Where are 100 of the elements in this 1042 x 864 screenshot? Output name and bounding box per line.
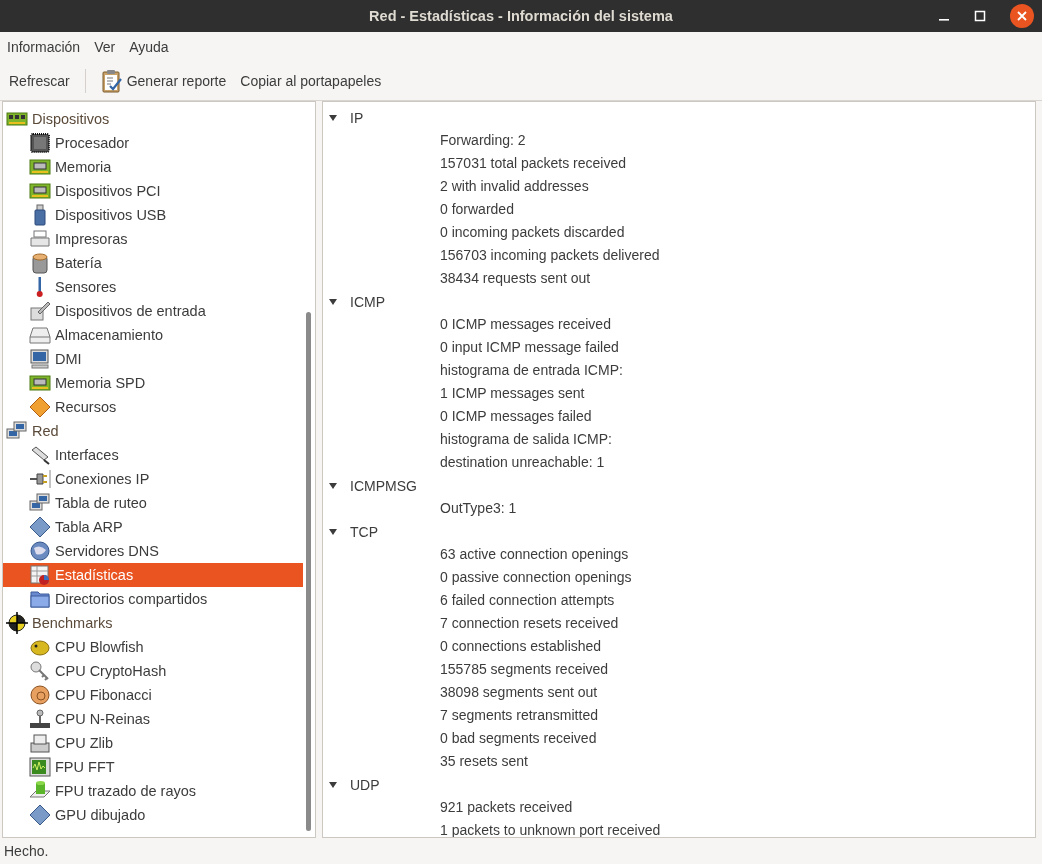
stat-line: 1 packets to unknown port received [439, 821, 662, 837]
menu-item[interactable]: Información [7, 39, 81, 55]
stat-line: histograma de entrada ICMP: [439, 361, 624, 380]
tree-item[interactable]: Almacenamiento [3, 323, 303, 347]
scope-icon [29, 756, 51, 778]
globe-icon [29, 540, 51, 562]
stat-line: 7 connection resets received [439, 614, 620, 633]
stat-line: 0 connections established [439, 637, 603, 656]
tree-item[interactable]: FPU FFT [3, 755, 303, 779]
toolbar-button[interactable]: Copiar al portapapeles [235, 69, 387, 93]
tree-item[interactable]: DMI [3, 347, 303, 371]
printer-icon [29, 228, 51, 250]
close-icon[interactable] [1010, 4, 1034, 28]
stat-line: 0 bad segments received [439, 729, 598, 748]
section-header[interactable]: IP [323, 106, 1035, 129]
tree-group[interactable]: Benchmarks [3, 611, 315, 635]
expander-icon[interactable] [328, 480, 338, 491]
stat-line: 1 ICMP messages sent [439, 384, 586, 403]
stat-line: 7 segments retransmitted [439, 706, 599, 725]
folder-icon [29, 588, 51, 610]
monitor-icon [29, 348, 51, 370]
tree-item[interactable]: CPU Zlib [3, 731, 303, 755]
network-icon [6, 420, 28, 442]
section-header[interactable]: ICMP [323, 290, 1035, 313]
stat-line: 157031 total packets received [439, 154, 627, 173]
stat-line: 155785 segments received [439, 660, 610, 679]
tree-item[interactable]: Memoria SPD [3, 371, 303, 395]
tree-item[interactable]: CPU CryptoHash [3, 659, 303, 683]
stat-line: 63 active connection openings [439, 545, 630, 564]
section-header[interactable]: TCP [323, 520, 1035, 543]
tree-group[interactable]: Red [3, 419, 315, 443]
board-icon [29, 180, 51, 202]
tree-item[interactable]: Dispositivos PCI [3, 179, 303, 203]
board-icon [29, 156, 51, 178]
tree-item[interactable]: GPU dibujado [3, 803, 303, 827]
stat-line: 35 resets sent [439, 752, 529, 771]
status-text: Hecho. [4, 843, 49, 859]
stat-line: 0 ICMP messages received [439, 315, 612, 334]
tree-group[interactable]: Dispositivos [3, 107, 315, 131]
tree-item[interactable]: Estadísticas [3, 563, 303, 587]
diamond-icon [29, 804, 51, 826]
expander-icon[interactable] [328, 526, 338, 537]
stat-line: Forwarding: 2 [439, 131, 527, 150]
stat-line: 38434 requests sent out [439, 269, 592, 288]
plug-icon [29, 468, 51, 490]
tree-item[interactable]: Dispositivos de entrada [3, 299, 303, 323]
tree-item[interactable]: FPU trazado de rayos [3, 779, 303, 803]
stat-line: OutType3: 1 [439, 499, 518, 518]
tree-item[interactable]: Recursos [3, 395, 303, 419]
stat-line: 2 with invalid addresses [439, 177, 590, 196]
input-icon [29, 300, 51, 322]
stat-line: histograma de salida ICMP: [439, 430, 613, 449]
tree-item[interactable]: Batería [3, 251, 303, 275]
toolbar-button[interactable]: Refrescar [4, 69, 75, 93]
stat-line: 38098 segments sent out [439, 683, 599, 702]
tree-item[interactable]: Conexiones IP [3, 467, 303, 491]
tree-item[interactable]: Servidores DNS [3, 539, 303, 563]
sheet-icon [29, 564, 51, 586]
section-header[interactable]: UDP [323, 773, 1035, 796]
tree-item[interactable]: Interfaces [3, 443, 303, 467]
tree-item[interactable]: CPU N-Reinas [3, 707, 303, 731]
tree-item[interactable]: Impresoras [3, 227, 303, 251]
stat-line: 0 ICMP messages failed [439, 407, 593, 426]
drive-icon [29, 324, 51, 346]
stat-line: 0 incoming packets discarded [439, 223, 626, 242]
target-icon [6, 612, 28, 634]
menu-item[interactable]: Ayuda [129, 39, 169, 55]
tree-item[interactable]: CPU Fibonacci [3, 683, 303, 707]
stat-line: 0 passive connection openings [439, 568, 633, 587]
stat-line: 156703 incoming packets delivered [439, 246, 661, 265]
tree-item[interactable]: Tabla de ruteo [3, 491, 303, 515]
clipboard-icon [100, 69, 123, 93]
tree-item[interactable]: Tabla ARP [3, 515, 303, 539]
diamond-icon [29, 516, 51, 538]
board-icon [29, 372, 51, 394]
tree-item[interactable]: Memoria [3, 155, 303, 179]
joystick-icon [29, 708, 51, 730]
tree-item[interactable]: Dispositivos USB [3, 203, 303, 227]
expander-icon[interactable] [328, 296, 338, 307]
network-icon [29, 492, 51, 514]
tree-item[interactable]: Directorios compartidos [3, 587, 303, 611]
diamond-icon [29, 396, 51, 418]
stat-line: 921 packets received [439, 798, 574, 817]
key-icon [29, 660, 51, 682]
cable-icon [29, 444, 51, 466]
scrollbar-thumb[interactable] [306, 312, 311, 831]
report-button[interactable]: Generar reporte [95, 65, 232, 97]
expander-icon[interactable] [328, 112, 338, 123]
battery-icon [29, 252, 51, 274]
expander-icon[interactable] [328, 779, 338, 790]
stat-line: 6 failed connection attempts [439, 591, 616, 610]
thermo-icon [36, 276, 44, 298]
tree-item[interactable]: CPU Blowfish [3, 635, 303, 659]
tree-item[interactable]: Sensores [3, 275, 303, 299]
maximize-icon[interactable] [974, 10, 986, 22]
tree-item[interactable]: Procesador [3, 131, 303, 155]
menu-item[interactable]: Ver [94, 39, 116, 55]
window-title: Red - Estadísticas - Información del sistema [369, 8, 673, 24]
stat-line: destination unreachable: 1 [439, 453, 606, 472]
section-header[interactable]: ICMPMSG [323, 474, 1035, 497]
